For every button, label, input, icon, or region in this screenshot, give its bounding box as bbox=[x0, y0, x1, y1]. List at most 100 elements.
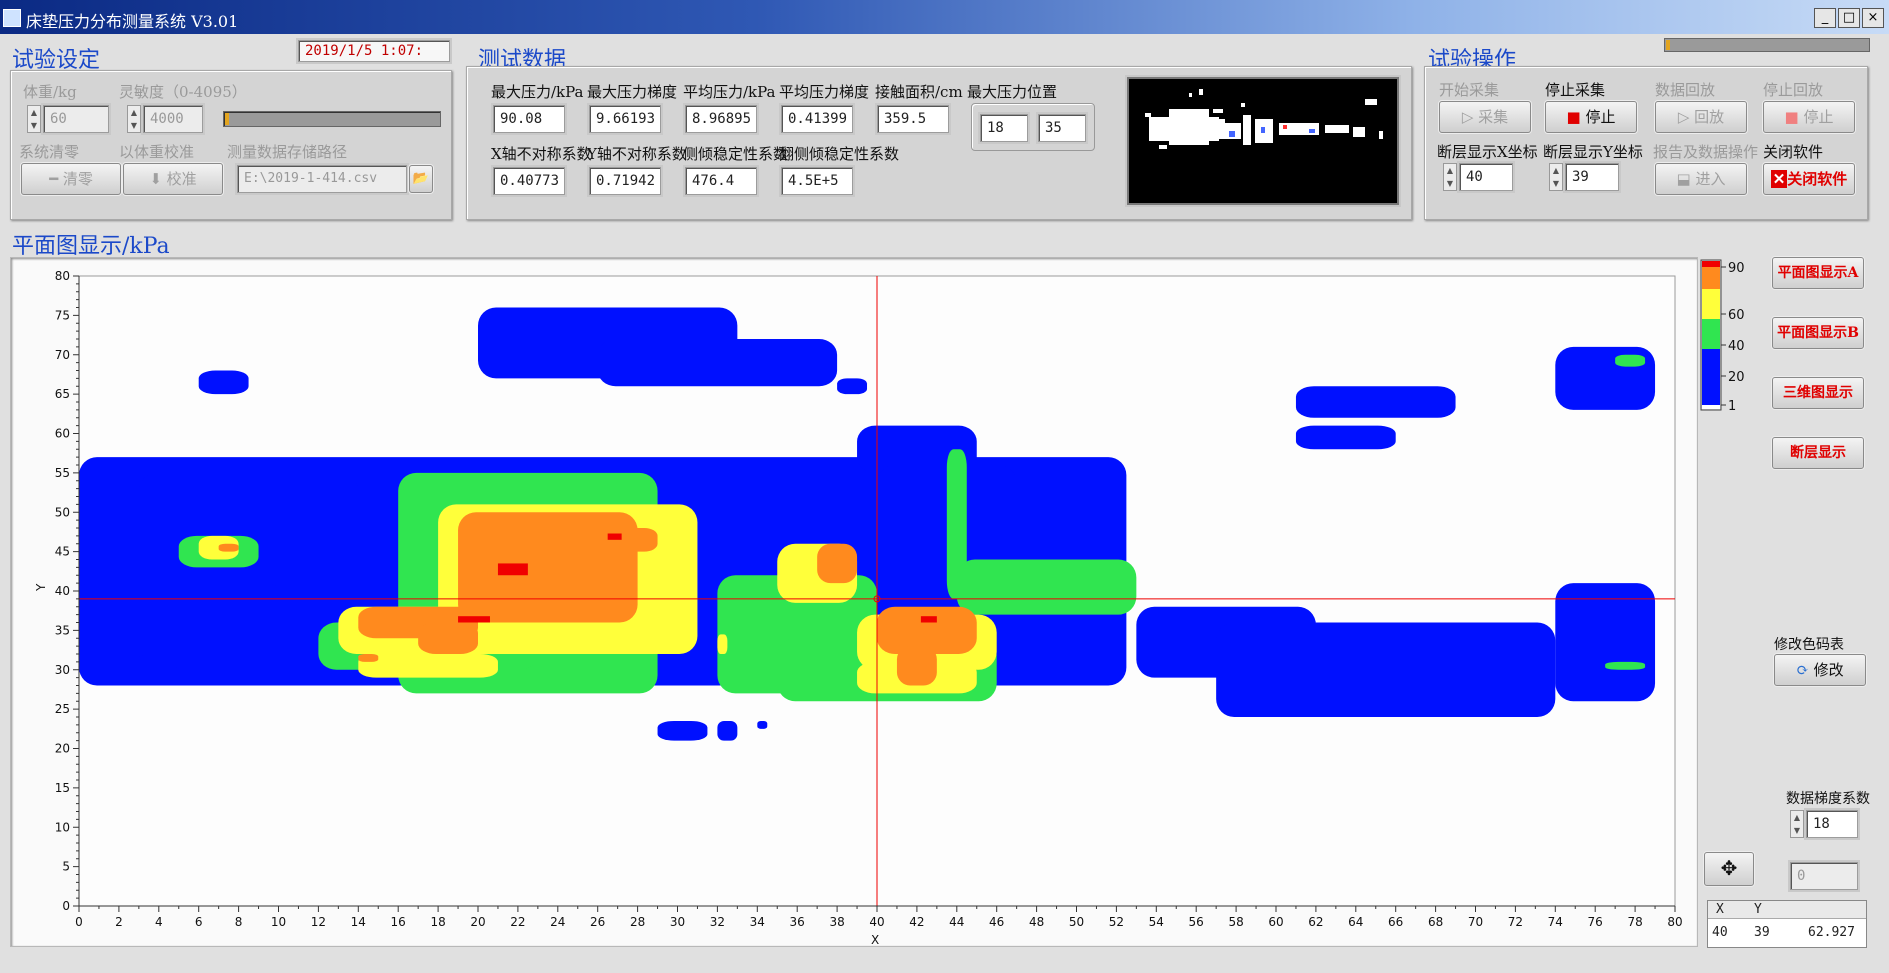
close-software-button[interactable]: ✕ 关闭软件 bbox=[1763, 163, 1855, 195]
pressure-map-chart[interactable]: 0 2 4 6 8 10 12 14 16 18 20 22 24 26 28 30 32 34 36 38 40 42 4… bbox=[11, 258, 1699, 948]
minimize-button[interactable]: _ bbox=[1814, 8, 1836, 28]
x-tick-label: 30 bbox=[670, 915, 685, 929]
max-pressure-value: 90.08 bbox=[493, 105, 565, 133]
x-tick-label: 70 bbox=[1468, 915, 1483, 929]
x-tick-label: 24 bbox=[550, 915, 565, 929]
red-peak bbox=[920, 616, 937, 623]
y-tick-label: 50 bbox=[55, 505, 70, 519]
y-coord-label: 断层显示Y坐标 bbox=[1543, 143, 1643, 161]
flip-stability-value: 4.5E+5 bbox=[781, 167, 853, 195]
blue-region bbox=[138, 654, 179, 670]
plan-view-b-button[interactable]: 平面图显示B bbox=[1772, 317, 1864, 349]
blue-region bbox=[79, 465, 99, 568]
test-data-panel: 最大压力/kPa 最大压力梯度 平均压力/kPa 平均压力梯度 接触面积/cm … bbox=[466, 66, 1412, 220]
tray-icon: ⬓ bbox=[1676, 170, 1696, 188]
orange-region bbox=[817, 543, 858, 584]
legend-tick-90: 90 bbox=[1728, 261, 1745, 276]
roll-stability-label: 侧倾稳定性系数 bbox=[683, 145, 789, 163]
play-icon: ▷ bbox=[1677, 108, 1695, 126]
stop-icon: ■ bbox=[1784, 108, 1804, 126]
sensitivity-input[interactable]: 4000 bbox=[143, 105, 203, 133]
sensitivity-slider[interactable] bbox=[223, 111, 441, 127]
x-coord-input[interactable]: 40 bbox=[1459, 163, 1513, 191]
y-tick-label: 5 bbox=[62, 860, 70, 874]
stop-replay-button[interactable]: ■ 停止 bbox=[1763, 101, 1855, 133]
max-gradient-value: 9.66193 bbox=[589, 105, 661, 133]
x-tick-label: 46 bbox=[989, 915, 1004, 929]
title-bar: 床垫压力分布测量系统 V3.01 _ □ × bbox=[0, 0, 1889, 34]
y-tick-label: 45 bbox=[55, 545, 70, 559]
blue-region bbox=[1295, 425, 1396, 450]
zero-button-label: 清零 bbox=[62, 170, 93, 188]
red-peak bbox=[497, 563, 528, 576]
slider-thumb[interactable] bbox=[225, 113, 229, 125]
x-tick-label: 18 bbox=[430, 915, 445, 929]
maximize-button[interactable]: □ bbox=[1838, 8, 1860, 28]
x-asym-label: X轴不对称系数 bbox=[491, 145, 592, 163]
x-tick-label: 48 bbox=[1029, 915, 1044, 929]
start-button[interactable]: ▷ 采集 bbox=[1439, 101, 1531, 133]
x-tick-label: 2 bbox=[115, 915, 123, 929]
zero-label: 系统清零 bbox=[19, 143, 80, 161]
zero-button[interactable]: ━ 清零 bbox=[21, 163, 121, 195]
x-tick-label: 80 bbox=[1667, 915, 1682, 929]
calibrate-button[interactable]: ⬇ 校准 bbox=[123, 163, 223, 195]
colormap-button-label: 修改 bbox=[1813, 661, 1844, 679]
x-tick-label: 32 bbox=[710, 915, 725, 929]
avg-gradient-label: 平均压力梯度 bbox=[779, 83, 870, 101]
legend-tick-40: 40 bbox=[1728, 339, 1745, 354]
y-axis-label: Y bbox=[34, 583, 48, 592]
legend-tick-60: 60 bbox=[1728, 308, 1745, 323]
cursor-move-icon[interactable]: ✥ bbox=[1704, 852, 1754, 886]
x-tick-label: 60 bbox=[1268, 915, 1283, 929]
x-tick-label: 16 bbox=[391, 915, 406, 929]
x-coord-spinner[interactable]: ▲ ▼ bbox=[1443, 163, 1457, 191]
x-tick-label: 72 bbox=[1508, 915, 1523, 929]
readout-header: X Y bbox=[1708, 901, 1866, 919]
setup-panel: 体重/kg ▲ ▼ 60 灵敏度（0-4095） ▲ ▼ 4000 系统清零 ━ 清… bbox=[10, 70, 452, 220]
3d-view-button[interactable]: 三维图显示 bbox=[1772, 377, 1864, 409]
max-position-x: 18 bbox=[980, 114, 1028, 142]
y-coord-input[interactable]: 39 bbox=[1565, 163, 1619, 191]
x-tick-label: 20 bbox=[470, 915, 485, 929]
y-coord-spinner[interactable]: ▲ ▼ bbox=[1549, 163, 1563, 191]
gradient-spinner[interactable]: ▲ ▼ bbox=[1790, 810, 1804, 838]
blue-region bbox=[1555, 583, 1656, 702]
start-button-label: 采集 bbox=[1478, 108, 1509, 126]
weight-spinner[interactable]: ▲ ▼ bbox=[27, 105, 41, 133]
path-input[interactable]: E:\2019-1-414.csv bbox=[237, 165, 407, 193]
max-position-label: 最大压力位置 bbox=[967, 83, 1058, 101]
plan-view-a-button[interactable]: 平面图显示A bbox=[1772, 257, 1864, 289]
close-software-label: 关闭软件 bbox=[1787, 170, 1848, 188]
x-tick-label: 12 bbox=[311, 915, 326, 929]
y-tick-label: 75 bbox=[55, 308, 70, 322]
weight-input[interactable]: 60 bbox=[43, 105, 109, 133]
stop-button[interactable]: ■ 停止 bbox=[1545, 101, 1637, 133]
progress-fill bbox=[1666, 40, 1670, 50]
orange-region bbox=[617, 528, 658, 552]
close-window-button[interactable]: × bbox=[1862, 8, 1884, 28]
gradient-input[interactable]: 18 bbox=[1806, 810, 1858, 838]
sensitivity-spinner[interactable]: ▲ ▼ bbox=[127, 105, 141, 133]
x-tick-label: 34 bbox=[750, 915, 765, 929]
window-title: 床垫压力分布测量系统 V3.01 bbox=[26, 12, 239, 31]
green-region bbox=[1605, 661, 1646, 670]
replay-button[interactable]: ▷ 回放 bbox=[1655, 101, 1747, 133]
x-tick-label: 68 bbox=[1428, 915, 1443, 929]
x-tick-label: 74 bbox=[1548, 915, 1563, 929]
legend-yellow bbox=[1702, 289, 1720, 319]
readout-x-header: X bbox=[1716, 902, 1724, 917]
refresh-icon: ⟳ bbox=[1796, 661, 1814, 679]
x-tick-label: 44 bbox=[949, 915, 964, 929]
readout-y-header: Y bbox=[1754, 902, 1762, 917]
section-view-button[interactable]: 断层显示 bbox=[1772, 437, 1864, 469]
colormap-button[interactable]: ⟳ 修改 bbox=[1774, 654, 1866, 686]
x-tick-label: 56 bbox=[1189, 915, 1204, 929]
folder-browse-icon[interactable]: 📂 bbox=[409, 165, 433, 193]
close-x-icon: ✕ bbox=[1770, 170, 1788, 188]
y-tick-label: 10 bbox=[55, 820, 70, 834]
gradient-label: 数据梯度系数 bbox=[1786, 791, 1870, 807]
x-tick-label: 50 bbox=[1069, 915, 1084, 929]
report-button[interactable]: ⬓ 进入 bbox=[1655, 163, 1747, 195]
blue-region bbox=[198, 370, 249, 395]
